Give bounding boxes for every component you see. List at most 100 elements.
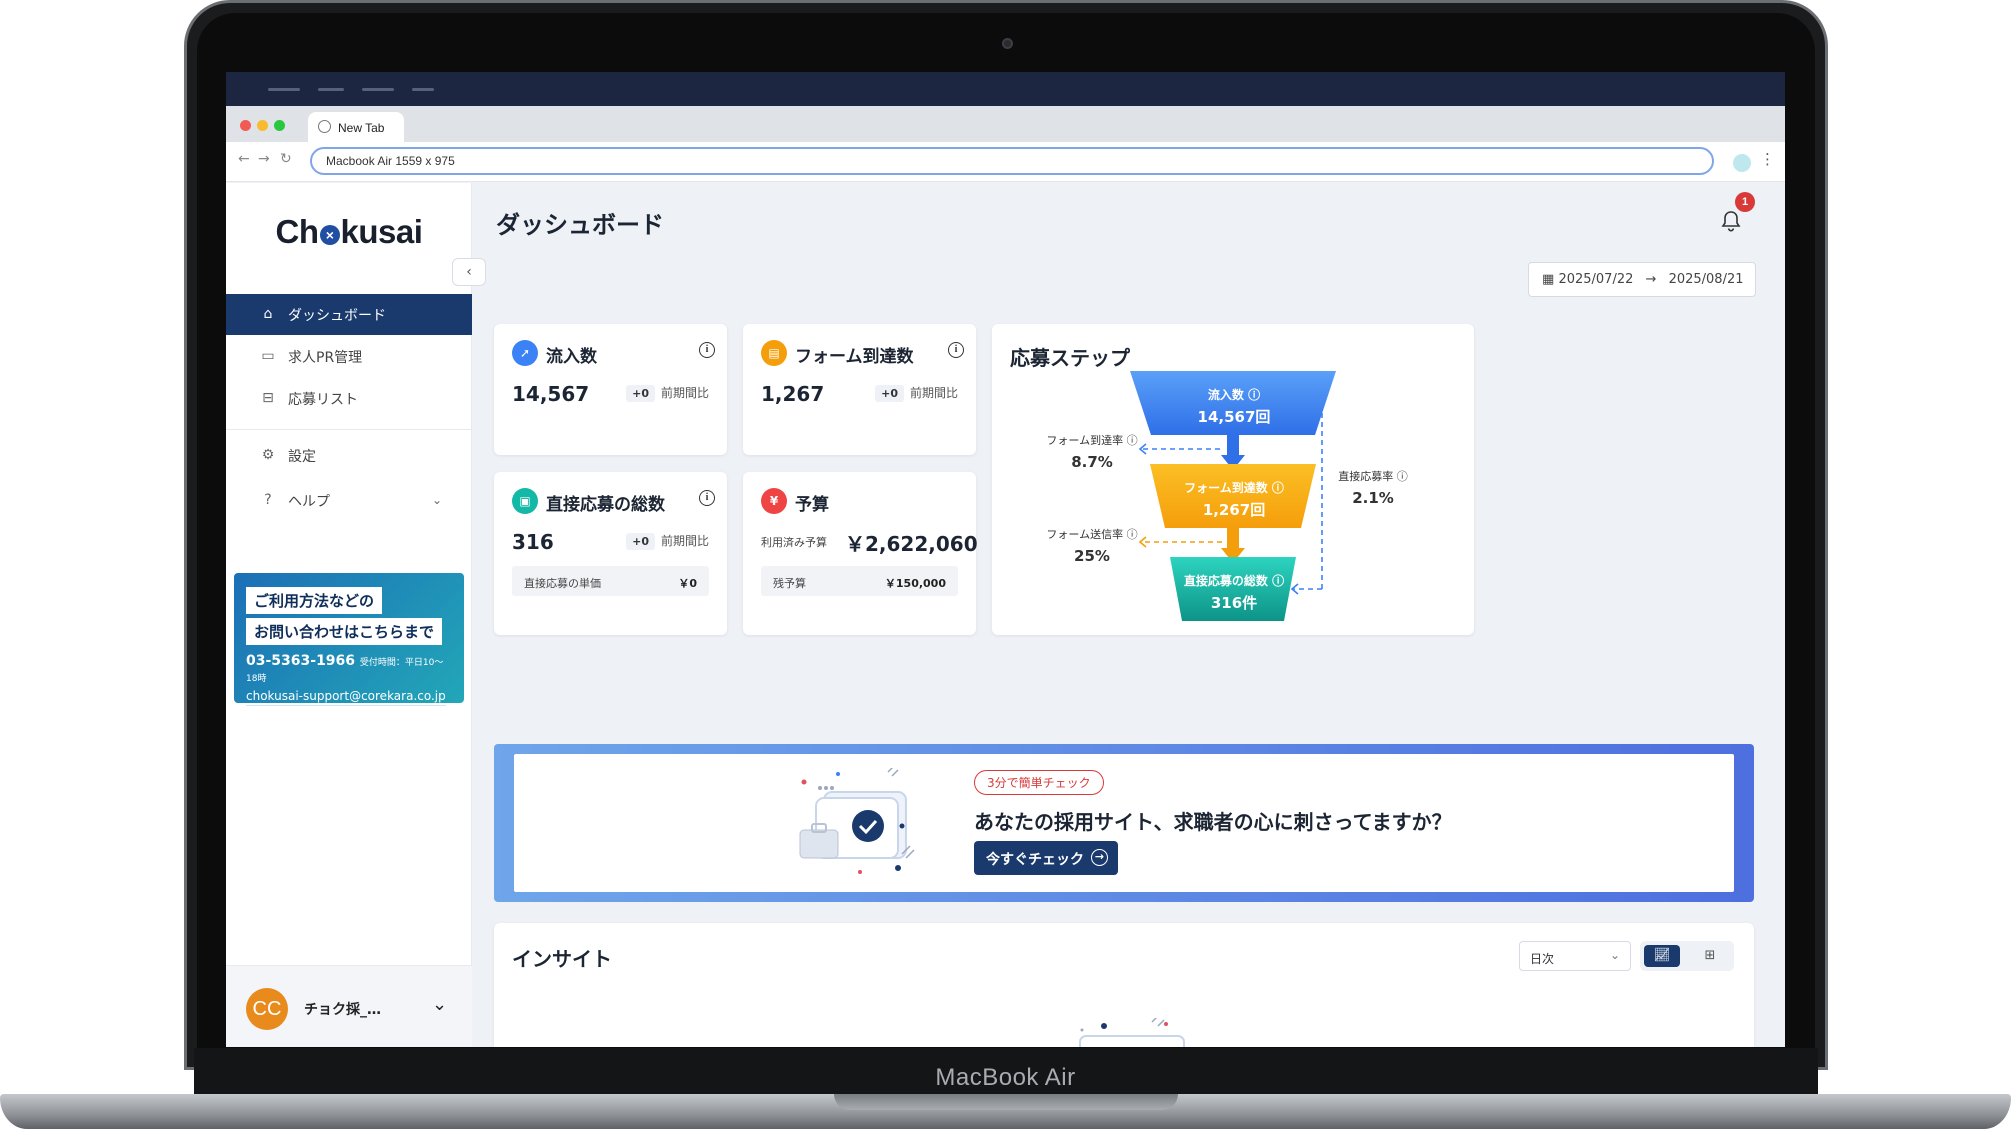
notification-badge: 1 [1735,192,1755,212]
calendar-icon: ▦ [1542,272,1555,287]
inbox-icon: ⊟ [262,390,274,406]
briefcase-icon: ▭ [261,348,275,364]
document-icon: ▤ [761,340,787,366]
sidebar-item-label: 求人PR管理 [288,350,363,366]
address-bar[interactable]: Macbook Air 1559 x 975 [310,147,1714,175]
remaining-budget-row: 残予算 ￥150,000 [761,566,958,596]
zoom-window-button[interactable] [274,120,285,131]
browser-toolbar: ← → ↻ Macbook Air 1559 x 975 ⋮ [226,142,1785,182]
cost-per-apply-row: 直接応募の単価 ￥0 [512,566,709,596]
arrow-right-circle-icon: → [1091,849,1108,866]
stat-delta: +0 前期間比 [626,532,709,550]
close-window-button[interactable] [240,120,251,131]
menubar-item [362,88,394,91]
sidebar-item-help[interactable]: ? ヘルプ ⌄ [226,480,472,521]
contact-line-2: お問い合わせはこちらまで [246,618,443,645]
sidebar-item-label: ダッシュボード [288,308,386,324]
os-menubar [226,72,1785,106]
contact-email[interactable]: chokusai-support@corekara.co.jp [246,689,446,706]
stat-value: 316 [512,530,554,554]
form-submit-rate: フォーム送信率 ⓘ 25% [1046,528,1138,565]
profile-avatar[interactable] [1733,154,1751,172]
sidebar-item-label: 応募リスト [288,392,358,408]
sidebar-divider [226,429,472,430]
stat-title: ▤ フォーム到達数 [761,340,914,367]
date-to: 2025/08/21 [1668,272,1744,287]
funnel-card: 応募ステップ 流入数 ⓘ 14,567回 フォーム到達数 ⓘ 1,267回 直接… [992,324,1474,635]
more-menu-icon[interactable]: ⋮ [1760,150,1775,168]
stat-card-inflow: ➚ 流入数 i 14,567 +0 前期間比 [494,324,727,455]
check-now-button[interactable]: 今すぐチェック → [974,841,1118,875]
globe-icon [318,120,331,133]
date-from: 2025/07/22 [1558,272,1634,287]
sidebar-item-job-pr[interactable]: ▭ 求人PR管理 [226,336,472,377]
laptop-base-notch [834,1094,1178,1110]
insight-card: インサイト 日次 ⌄ 📈︎ ⊞ [494,923,1754,1047]
sidebar-item-label: 設定 [288,449,316,465]
funnel-label-form-reach: フォーム到達数 ⓘ 1,267回 [1184,481,1284,519]
collapse-sidebar-button[interactable]: ‹ [452,258,486,286]
user-name: チョク採_… [304,1002,381,1018]
browser-tab-title: New Tab [338,121,385,135]
used-budget-value: ￥2,622,060 [845,532,978,556]
browser-tab[interactable]: New Tab [308,112,404,142]
promo-message: あなたの採用サイト、求職者の心に刺さってますか？ [974,810,1452,834]
checklist-illustration-icon [799,768,915,874]
contact-phone: 03-5363-1966 受付時間：平日10〜18時 [246,653,444,684]
cursor-click-icon: ➚ [512,340,538,366]
chevron-down-icon: ⌄ [432,994,448,1015]
screen: New Tab ← → ↻ Macbook Air 1559 x 975 ⋮ C… [226,72,1785,1047]
browser-tabbar: New Tab [226,106,1785,142]
sidebar-item-dashboard[interactable]: ⌂ ダッシュボード [226,294,472,335]
info-icon[interactable]: i [699,490,715,506]
stat-card-form-reach: ▤ フォーム到達数 i 1,267 +0 前期間比 [743,324,976,455]
app: Ch × kusai ⌂ ダッシュボード ▭ 求人PR管理 ⊟ 応募リスト ⚙ 設定 [226,183,1785,1047]
direct-apply-rate: 直接応募率 ⓘ 2.1% [1338,470,1408,507]
funnel-label-direct-apply: 直接応募の総数 ⓘ 316件 [1183,574,1285,612]
stat-title: ▣ 直接応募の総数 [512,488,665,515]
view-toggle: 📈︎ ⊞ [1640,941,1734,971]
info-icon[interactable]: i [948,342,964,358]
back-arrow-icon[interactable]: ← [238,151,250,167]
bell-icon[interactable] [1720,209,1742,233]
used-budget-label: 利用済み予算 [761,536,827,549]
table-view-button[interactable]: ⊞ [1692,945,1728,967]
info-icon[interactable]: i [699,342,715,358]
stat-value: 14,567 [512,382,590,406]
stat-delta: +0 前期間比 [626,384,709,402]
contact-line-1: ご利用方法などの [246,587,383,614]
stat-delta: +0 前期間比 [875,384,958,402]
sidebar-item-label: ヘルプ [288,494,330,510]
period-select[interactable]: 日次 ⌄ [1519,941,1631,971]
sidebar-item-applications[interactable]: ⊟ 応募リスト [226,378,472,419]
menubar-item [318,88,344,91]
clipboard-icon: ▣ [512,488,538,514]
forward-arrow-icon[interactable]: → [258,151,270,167]
user-menu[interactable]: CC チョク採_… ⌄ [226,965,472,1047]
empty-state-illustration-icon [1079,1018,1185,1047]
wallet-icon: ¥ [761,488,787,514]
funnel-label-inflow: 流入数 ⓘ 14,567回 [1197,388,1271,426]
sidebar: Ch × kusai ⌂ ダッシュボード ▭ 求人PR管理 ⊟ 応募リスト ⚙ 設定 [226,183,472,1047]
reload-icon[interactable]: ↻ [280,151,292,167]
stat-title: ➚ 流入数 [512,340,597,367]
date-range-picker[interactable]: ▦ 2025/07/22 → 2025/08/21 [1528,262,1756,297]
stat-card-direct-apply: ▣ 直接応募の総数 i 316 +0 前期間比 直接応募の単価 ￥0 [494,472,727,635]
stat-title: ¥ 予算 [761,488,829,515]
minimize-window-button[interactable] [257,120,268,131]
gear-icon: ⚙ [261,447,275,463]
laptop-brand-label: MacBook Air [935,1064,1076,1091]
stat-card-budget: ¥ 予算 利用済み予算 ￥2,622,060 残予算 ￥150,000 [743,472,978,635]
avatar: CC [246,988,288,1030]
arrow-right-icon: → [1645,272,1657,287]
support-contact-banner[interactable]: ご利用方法などの お問い合わせはこちらまで 03-5363-1966 受付時間：… [234,573,464,706]
promo-banner: 3分で簡単チェック あなたの採用サイト、求職者の心に刺さってますか？ 今すぐチェ… [494,744,1754,902]
sidebar-item-settings[interactable]: ⚙ 設定 [226,435,472,476]
stat-value: 1,267 [761,382,825,406]
line-chart-view-button[interactable]: 📈︎ [1644,945,1680,967]
main-content: ダッシュボード 1 ▦ 2025/07/22 → 2025/08/21 ➚ 流入… [472,183,1785,1047]
page-title: ダッシュボード [496,211,664,239]
chevron-down-icon: ⌄ [1609,948,1620,962]
logo: Ch × kusai [275,213,423,250]
home-icon: ⌂ [263,306,273,322]
